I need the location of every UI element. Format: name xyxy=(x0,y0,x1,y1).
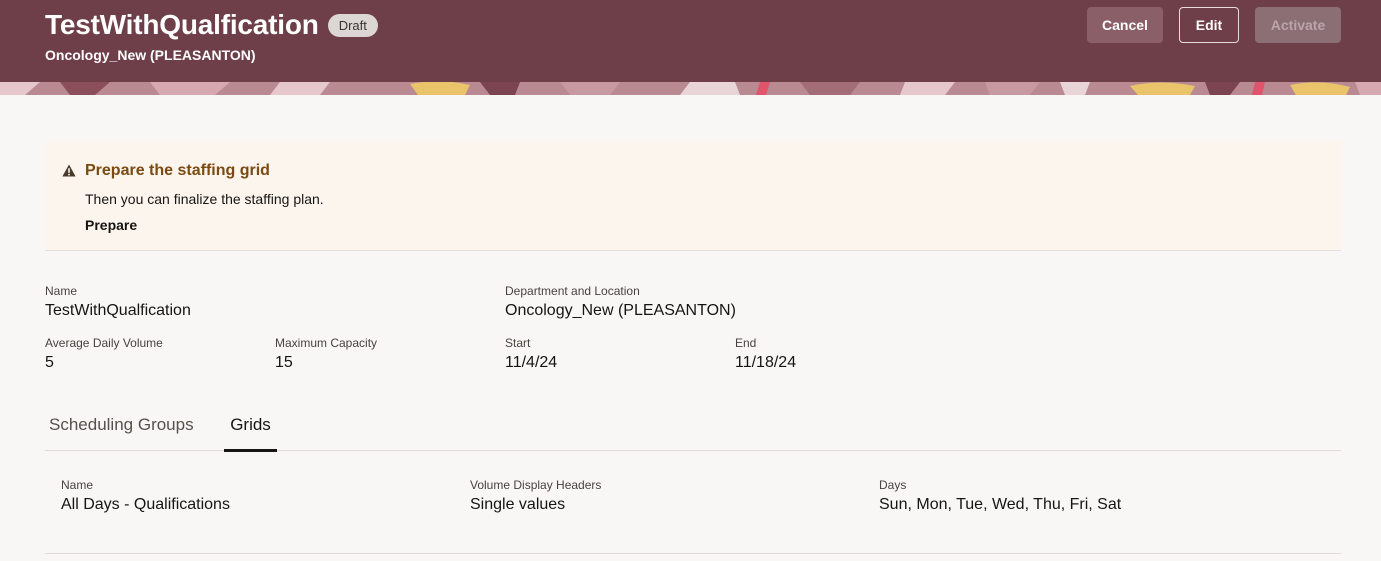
tab-bar: Scheduling Groups Grids xyxy=(45,403,1341,452)
department-label: Department and Location xyxy=(505,284,640,298)
decorative-pattern-band xyxy=(0,82,1381,95)
prepare-link[interactable]: Prepare xyxy=(85,217,137,233)
tab-grids-label: Grids xyxy=(230,415,271,434)
max-capacity-label: Maximum Capacity xyxy=(275,336,378,350)
name-value: TestWithQualfication xyxy=(45,302,191,319)
days-label: Days xyxy=(879,478,907,492)
page-title: TestWithQualfication xyxy=(45,9,319,40)
selected-tab-indicator xyxy=(224,449,277,452)
days-value: Sun, Mon, Tue, Wed, Thu, Fri, Sat xyxy=(879,496,1122,513)
grid-row-divider xyxy=(45,553,1341,554)
department-value: Oncology_New (PLEASANTON) xyxy=(505,302,736,319)
volume-display-headers-value: Single values xyxy=(470,496,566,513)
max-capacity-value: 15 xyxy=(275,354,293,371)
volume-display-headers-field: Volume Display Headers Single values xyxy=(470,478,601,514)
warning-icon xyxy=(62,164,76,177)
end-field: End 11/18/24 xyxy=(735,336,796,372)
page-header: TestWithQualfication Draft Oncology_New … xyxy=(0,0,1381,95)
start-label: Start xyxy=(505,336,531,350)
tab-scheduling-groups[interactable]: Scheduling Groups xyxy=(47,403,196,451)
start-field: Start 11/4/24 xyxy=(505,336,557,372)
warning-banner: Prepare the staffing grid Then you can f… xyxy=(45,140,1341,251)
avg-daily-volume-label: Average Daily Volume xyxy=(45,336,163,350)
status-badge: Draft xyxy=(327,13,378,37)
volume-display-headers-label: Volume Display Headers xyxy=(470,478,602,492)
grid-name-label: Name xyxy=(61,478,94,492)
start-value: 11/4/24 xyxy=(505,354,558,371)
avg-daily-volume-field: Average Daily Volume 5 xyxy=(45,336,163,372)
avg-daily-volume-value: 5 xyxy=(45,354,54,371)
grid-name-field: Name All Days - Qualifications xyxy=(61,478,230,514)
department-field: Department and Location Oncology_New (PL… xyxy=(505,284,736,320)
name-label: Name xyxy=(45,284,78,298)
grid-name-value[interactable]: All Days - Qualifications xyxy=(61,495,230,514)
days-field: Days Sun, Mon, Tue, Wed, Thu, Fri, Sat xyxy=(879,478,1121,514)
name-field: Name TestWithQualfication xyxy=(45,284,191,320)
cancel-button[interactable]: Cancel xyxy=(1087,7,1163,43)
edit-button[interactable]: Edit xyxy=(1179,7,1239,43)
banner-message: Then you can finalize the staffing plan. xyxy=(85,191,324,207)
activate-button[interactable]: Activate xyxy=(1255,7,1341,43)
tab-grids[interactable]: Grids xyxy=(224,403,277,452)
banner-title: Prepare the staffing grid xyxy=(85,162,270,179)
max-capacity-field: Maximum Capacity 15 xyxy=(275,336,377,372)
page-subtitle: Oncology_New (PLEASANTON) xyxy=(45,47,256,63)
end-label: End xyxy=(735,336,757,350)
end-value: 11/18/24 xyxy=(735,354,797,371)
